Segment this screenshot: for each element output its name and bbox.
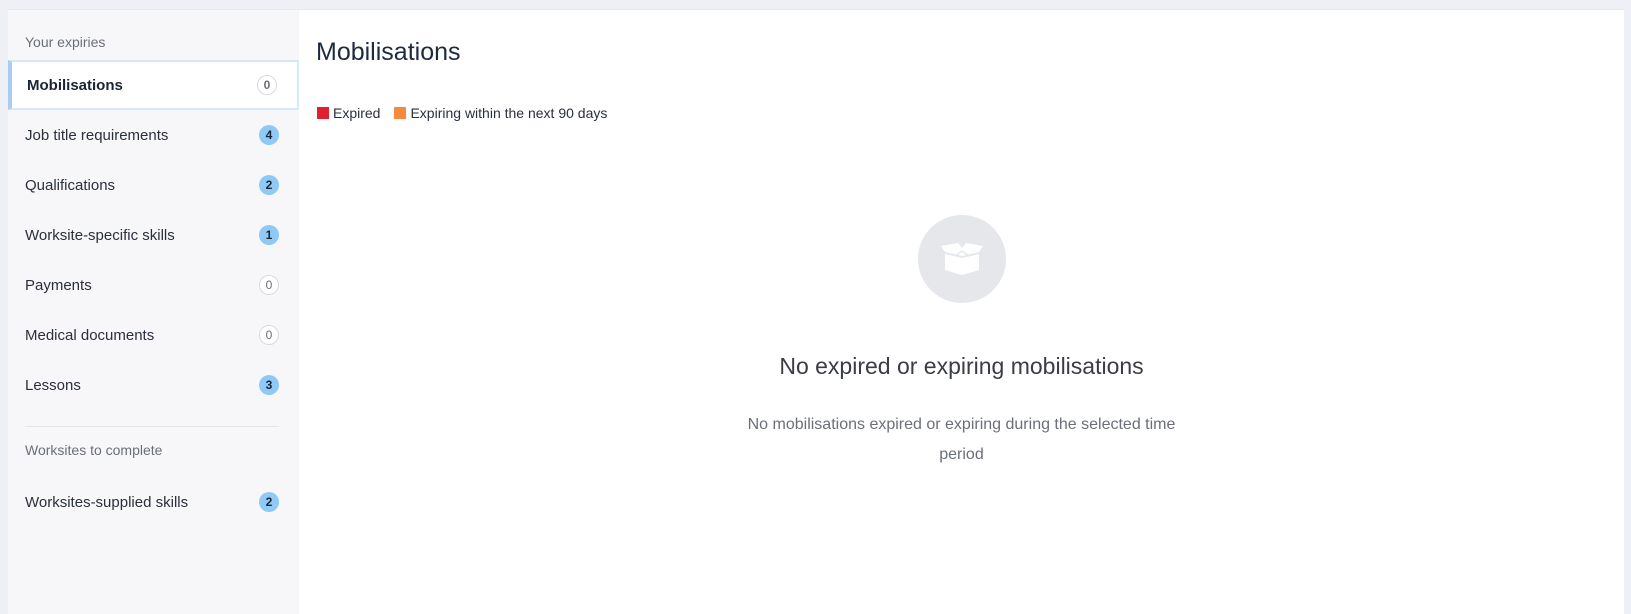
empty-state: No expired or expiring mobilisations No … [299, 215, 1624, 470]
count-badge: 2 [259, 492, 279, 512]
sidebar-item-label: Payments [25, 276, 92, 294]
sidebar-item-label: Qualifications [25, 176, 116, 194]
open-box-icon [917, 215, 1006, 303]
sidebar-item-label: Worksites-supplied skills [25, 493, 189, 511]
count-badge: 0 [259, 325, 279, 345]
sidebar-item-worksite-specific-skills[interactable]: Worksite-specific skills 1 [8, 210, 299, 260]
legend: Expired Expiring within the next 90 days [317, 105, 621, 121]
legend-swatch-expiring [394, 107, 407, 119]
sidebar-item-label: Lessons [25, 376, 81, 394]
legend-item-expired: Expired [317, 105, 380, 121]
count-badge: 2 [259, 175, 279, 195]
worksites-nav: Worksites-supplied skills 2 [8, 477, 299, 527]
sidebar-item-label: Worksite-specific skills [25, 226, 175, 244]
sidebar-item-label: Medical documents [25, 326, 155, 344]
sidebar-item-label: Mobilisations [27, 76, 123, 94]
count-badge: 1 [259, 225, 279, 245]
sidebar-item-qualifications[interactable]: Qualifications 2 [8, 160, 299, 210]
empty-state-description: No mobilisations expired or expiring dur… [747, 416, 1176, 463]
page-title: Mobilisations [316, 38, 461, 66]
count-badge: 0 [257, 75, 277, 95]
count-badge: 4 [259, 125, 279, 145]
legend-swatch-expired [317, 107, 329, 119]
legend-label: Expired [333, 105, 381, 121]
expiries-nav: Mobilisations 0 Job title requirements 4… [8, 60, 299, 410]
section-label-worksites: Worksites to complete [25, 442, 163, 458]
sidebar-item-job-title-requirements[interactable]: Job title requirements 4 [8, 110, 299, 160]
empty-state-title: No expired or expiring mobilisations [779, 353, 1144, 379]
sidebar-item-lessons[interactable]: Lessons 3 [8, 360, 299, 410]
count-badge: 3 [259, 375, 279, 395]
sidebar-item-label: Job title requirements [25, 126, 169, 144]
legend-label: Expiring within the next 90 days [410, 105, 608, 121]
main-content: Mobilisations Expired Expiring within th… [299, 10, 1624, 614]
sidebar-item-worksites-supplied-skills[interactable]: Worksites-supplied skills 2 [8, 477, 299, 527]
app-frame: Your expiries Mobilisations 0 Job title … [8, 9, 1624, 614]
sidebar-item-medical-documents[interactable]: Medical documents 0 [8, 310, 299, 360]
sidebar-item-mobilisations[interactable]: Mobilisations 0 [8, 60, 299, 110]
sidebar-item-payments[interactable]: Payments 0 [8, 260, 299, 310]
section-label-expiries: Your expiries [25, 34, 106, 50]
legend-item-expiring: Expiring within the next 90 days [394, 105, 607, 121]
sidebar: Your expiries Mobilisations 0 Job title … [8, 10, 299, 614]
count-badge: 0 [259, 275, 279, 295]
sidebar-divider [25, 426, 279, 427]
